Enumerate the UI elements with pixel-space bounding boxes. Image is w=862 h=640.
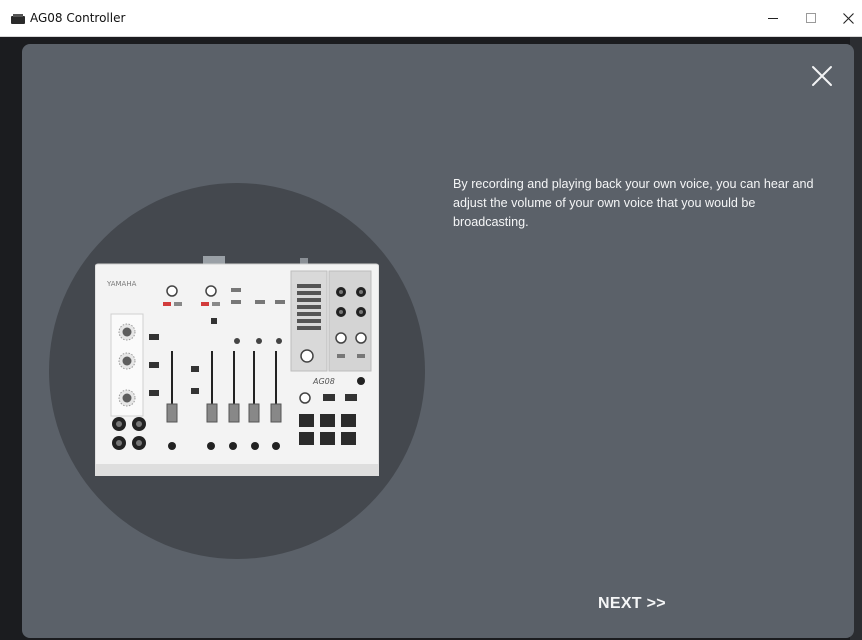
maximize-button[interactable] — [793, 0, 829, 36]
title-bar[interactable]: AG08 Controller — [0, 0, 862, 37]
mixer-model: AG08 — [312, 377, 335, 386]
tutorial-dialog: By recording and playing back your own v… — [22, 44, 854, 638]
minimize-icon — [768, 18, 778, 19]
tutorial-description: By recording and playing back your own v… — [453, 177, 814, 229]
app-window: AG08 Controller By recording and playing… — [0, 0, 862, 640]
window-close-button[interactable] — [830, 0, 862, 36]
close-icon[interactable] — [810, 64, 834, 88]
mixer-brand: YAMAHA — [106, 280, 137, 288]
mixer-illustration: YAMAHA AG08 — [95, 256, 379, 476]
next-button[interactable]: NEXT >> — [598, 595, 684, 621]
maximize-icon — [806, 13, 816, 23]
minimize-button[interactable] — [755, 0, 791, 36]
close-icon — [842, 12, 854, 24]
window-title: AG08 Controller — [30, 11, 126, 25]
app-icon — [11, 14, 25, 24]
